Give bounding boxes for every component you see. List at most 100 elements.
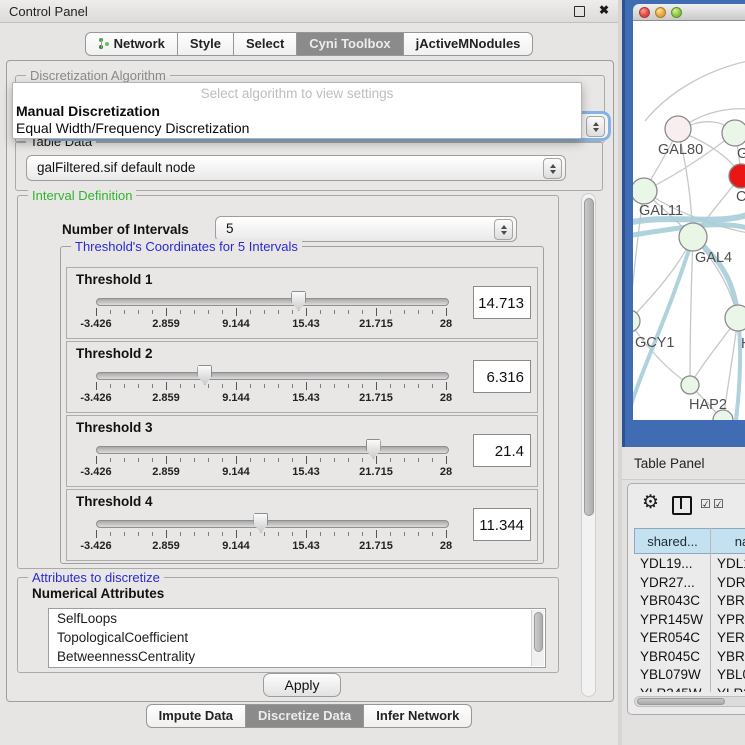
gal4-node[interactable] [679,223,707,251]
tick [348,310,349,314]
num-intervals-value: 5 [226,221,234,236]
h-node[interactable] [725,305,745,331]
thresholds-group: Threshold's Coordinates for 5 Intervals … [60,246,544,564]
attributes-scrollbar[interactable] [531,610,544,666]
threshold-2-value-field[interactable]: 6.316 [473,360,531,393]
cell-name[interactable]: YPR1 [717,612,745,627]
threshold-1-value-field[interactable]: 14.713 [473,286,531,319]
cell-name[interactable]: YBR0 [717,593,745,608]
threshold-4-slider-track[interactable] [96,520,449,528]
checkbox-checked-icon[interactable]: ☑ [700,497,711,511]
tick [404,310,405,314]
tick [404,384,405,388]
float-window-icon[interactable] [574,6,585,17]
table-row[interactable]: YBL079W YBL0 [634,667,745,686]
table-row[interactable]: YBR043C YBR0 [634,593,745,612]
network-canvas[interactable]: GAL80GALCGAL11GAL4GCY1HHAP2 [633,21,745,420]
table-hscrollbar-thumb[interactable] [637,698,725,705]
bottom-tab-bar: Impute Data Discretize Data Infer Network [0,704,618,728]
tick [152,384,153,388]
table-row[interactable]: YDL19... YDL1 [634,556,745,575]
tick [292,384,293,388]
gear-icon[interactable]: ⚙ [642,493,659,512]
algorithm-option-manual-discretization[interactable]: Manual Discretization [16,103,160,119]
cell-shared-name[interactable]: YER054C [640,630,700,645]
tab-style[interactable]: Style [178,32,234,56]
gal80-node[interactable] [665,116,691,142]
node-label-gcy1: GCY1 [635,335,675,351]
zoom-traffic-light[interactable] [671,7,682,18]
table-row[interactable]: YBR045C YBR0 [634,649,745,668]
cell-name[interactable]: YBL0 [717,667,745,682]
cell-shared-name[interactable]: YDL19... [640,556,693,571]
combo-stepper[interactable] [586,116,605,137]
tick [432,532,433,536]
tab-select[interactable]: Select [234,32,297,56]
tab-cyni-toolbox[interactable]: Cyni Toolbox [297,32,403,56]
tab-infer-network[interactable]: Infer Network [364,704,472,728]
top-right-node[interactable] [722,120,745,146]
cell-shared-name[interactable]: YBL079W [640,667,701,682]
table-row[interactable]: YPR145W YPR1 [634,612,745,631]
cell-name[interactable]: YLR3 [717,686,745,693]
tick [278,310,279,314]
tab-label: Discretize Data [258,705,351,727]
cell-shared-name[interactable]: YBR043C [640,593,700,608]
close-traffic-light[interactable] [639,7,650,18]
cell-shared-name[interactable]: YBR045C [640,649,700,664]
tab-discretize-data[interactable]: Discretize Data [246,704,364,728]
numerical-attributes-list: SelfLoopsTopologicalCoefficientBetweenne… [48,608,546,668]
cell-shared-name[interactable]: YLR345W [640,686,702,693]
checkbox-checked-icon[interactable]: ☑ [713,497,724,511]
close-icon[interactable]: ✖ [599,3,609,17]
panel-scrollbar[interactable] [581,193,596,697]
tab-impute-data[interactable]: Impute Data [146,704,246,728]
table-row[interactable]: YER054C YER0 [634,630,745,649]
threshold-4-value-field[interactable]: 11.344 [473,508,531,541]
tick [166,456,167,464]
num-intervals-label: Number of Intervals [62,222,189,237]
cell-name[interactable]: YBR0 [717,649,745,664]
tick [124,458,125,462]
panel-scrollbar-thumb[interactable] [584,198,594,516]
column-header-name[interactable]: na [710,528,745,554]
table-row[interactable]: YLR345W YLR3 [634,686,745,693]
table-hscrollbar[interactable] [634,696,745,707]
cell-name[interactable]: YDR2 [717,575,745,590]
minimize-traffic-light[interactable] [655,7,666,18]
red-node[interactable] [729,164,745,188]
attributes-scrollbar-thumb[interactable] [534,612,543,652]
combo-stepper[interactable] [494,219,513,240]
combo-stepper[interactable] [543,158,562,179]
tick [138,384,139,388]
tick [152,458,153,462]
threshold-1-slider-track[interactable] [96,298,449,306]
threshold-3-value-field[interactable]: 21.4 [473,434,531,467]
threshold-3-slider-track[interactable] [96,446,449,454]
tick [180,458,181,462]
threshold-2-slider-track[interactable] [96,372,449,380]
cell-shared-name[interactable]: YDR27... [640,575,695,590]
cell-name[interactable]: YDL1 [717,556,745,571]
algorithm-option-equal-width-frequency-discretization[interactable]: Equal Width/Frequency Discretization [16,120,249,136]
attribute-item-topologicalcoefficient[interactable]: TopologicalCoefficient [49,628,545,647]
gal11-node[interactable] [633,178,657,204]
apply-button[interactable]: Apply [263,673,341,697]
column-header-shared-name[interactable]: shared... [634,528,711,554]
cell-name[interactable]: YER0 [717,630,745,645]
table-panel-box: ⚙ ☑ ☑ shared... na YDL19...YDL1YDR27...Y… [627,483,745,715]
table-data-combobox[interactable]: galFiltered.sif default node [26,155,566,181]
table-row[interactable]: YDR27... YDR2 [634,575,745,594]
hap2-node[interactable] [681,376,699,394]
cell-shared-name[interactable]: YPR145W [640,612,703,627]
interval-definition-title: Interval Definition [28,188,136,203]
gcy1-node[interactable] [633,310,640,332]
tick [446,530,447,538]
tab-label: Infer Network [376,705,459,727]
attribute-item-betweennesscentrality[interactable]: BetweennessCentrality [49,647,545,666]
tick-label: 28 [440,392,452,404]
tab-jactivemnodules[interactable]: jActiveMNodules [404,32,534,56]
tab-network[interactable]: Network [85,32,178,56]
split-columns-icon[interactable] [672,496,692,515]
attribute-item-selfloops[interactable]: SelfLoops [49,609,545,628]
